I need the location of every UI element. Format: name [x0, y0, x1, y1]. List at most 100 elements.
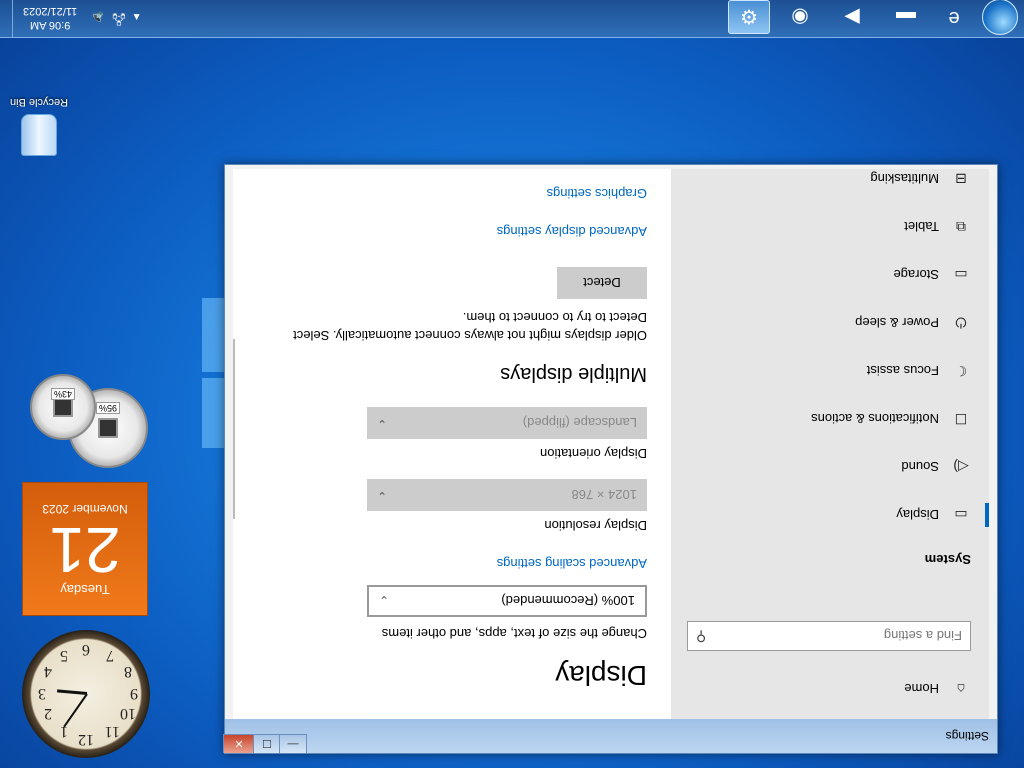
close-button[interactable]: ✕: [223, 734, 255, 753]
home-icon: ⌂: [956, 681, 966, 697]
clock-number-3: 3: [38, 685, 46, 702]
sidebar-item-label: Multitasking: [870, 171, 939, 187]
sidebar-item-display[interactable]: ▭ Display: [671, 491, 989, 539]
clock-number-8: 8: [124, 663, 132, 680]
clock-number-9: 9: [130, 685, 138, 702]
clock-gadget[interactable]: 12 1 2 3 4 5 6 7 8 9 10 11: [22, 630, 150, 758]
clock-minute-hand: [63, 693, 88, 728]
chevron-down-icon: ⌄: [377, 417, 388, 431]
chevron-down-icon: ⌄: [377, 489, 388, 503]
clock-number-2: 2: [44, 705, 52, 722]
clock-number-5: 5: [60, 647, 68, 664]
clock-number-6: 6: [82, 641, 90, 658]
sidebar-item-label: Storage: [893, 267, 939, 283]
memory-chip-icon: [98, 418, 118, 438]
multiple-displays-desc-1: Older displays might not always connect …: [293, 328, 647, 343]
chrome-icon[interactable]: ◉: [780, 2, 820, 34]
volume-icon[interactable]: 🔈: [89, 11, 104, 25]
multitasking-icon: ⊟: [955, 171, 967, 188]
sidebar-item-label: Display: [896, 507, 939, 523]
settings-window: Settings ✕ ☐ — ⌂ Home Find a setting ⚲ S…: [223, 164, 998, 754]
content-scrollbar[interactable]: [233, 339, 235, 519]
clock-number-4: 4: [44, 663, 52, 680]
sidebar-item-focus-assist[interactable]: ☾ Focus assist: [671, 347, 989, 395]
sidebar-item-sound[interactable]: ◁) Sound: [671, 443, 989, 491]
maximize-button[interactable]: ☐: [253, 734, 281, 753]
settings-icon[interactable]: ⚙: [728, 0, 770, 34]
minimize-button[interactable]: —: [279, 734, 307, 753]
windows-logo-wallpaper: [200, 298, 224, 448]
home-label: Home: [904, 681, 939, 697]
network-icon[interactable]: 🖧: [112, 8, 125, 29]
display-settings-content: Display Change the size of text, apps, a…: [233, 169, 671, 719]
multiple-displays-desc-2: Detect to try to connect to them.: [462, 310, 647, 325]
focus-assist-icon: ☾: [954, 363, 968, 380]
display-icon: ▭: [954, 507, 968, 524]
window-title: Settings: [945, 729, 989, 743]
clock-date: 11/21/2023: [23, 5, 78, 17]
find-setting-search[interactable]: Find a setting ⚲: [687, 621, 971, 651]
system-tray: ▴ 🖧 🔈 9:06 AM 11/21/2023: [0, 0, 144, 37]
calendar-month: November 2023: [42, 502, 128, 516]
clock-number-12: 12: [78, 731, 94, 748]
advanced-scaling-link[interactable]: Advanced scaling settings: [497, 556, 647, 571]
home-nav-item[interactable]: ⌂ Home: [904, 681, 971, 697]
nav-group-heading: System: [924, 552, 971, 567]
orientation-label: Display orientation: [540, 446, 647, 461]
desktop: Recycle Bin 12 1 2 3 4 5 6 7 8 9 10 11 T…: [0, 0, 1024, 768]
orientation-value: Landscape (flipped): [522, 415, 637, 431]
scale-description: Change the size of text, apps, and other…: [381, 626, 647, 641]
clock-hour-hand: [56, 689, 88, 695]
detect-button[interactable]: Detect: [557, 267, 647, 299]
power-icon: ⏻: [955, 315, 967, 332]
resolution-label: Display resolution: [544, 518, 647, 533]
calendar-gadget[interactable]: Tuesday 21 November 2023: [22, 482, 148, 616]
clock-time: 9:06 AM: [29, 19, 71, 31]
storage-icon: ▭: [954, 267, 968, 284]
recycle-bin-icon: [21, 114, 57, 156]
tablet-icon: ⧉: [956, 219, 966, 236]
sidebar-item-label: Sound: [901, 459, 939, 475]
show-desktop-button[interactable]: [0, 0, 13, 37]
media-player-icon[interactable]: ▶: [832, 2, 872, 34]
sidebar-item-label: Focus assist: [866, 363, 939, 379]
calendar-day-number: 21: [49, 514, 121, 586]
sidebar-item-label: Tablet: [904, 219, 939, 235]
sidebar-item-multitasking[interactable]: ⊟ Multitasking: [671, 155, 989, 203]
clock-number-7: 7: [106, 647, 114, 664]
search-icon: ⚲: [696, 629, 707, 645]
sidebar-item-notifications-actions[interactable]: ☐ Notifications & actions: [671, 395, 989, 443]
sidebar-item-label: Notifications & actions: [811, 411, 939, 427]
scale-value: 100% (Recommended): [501, 593, 635, 609]
orientation-dropdown[interactable]: Landscape (flipped) ⌄: [367, 407, 647, 439]
file-explorer-icon[interactable]: ▬: [886, 2, 926, 34]
resolution-dropdown[interactable]: 1024 × 768 ⌄: [367, 479, 647, 511]
taskbar-clock[interactable]: 9:06 AM 11/21/2023: [23, 4, 77, 32]
internet-explorer-icon[interactable]: e: [934, 2, 974, 34]
graphics-settings-link[interactable]: Graphics settings: [547, 186, 647, 201]
recycle-bin-label: Recycle Bin: [9, 96, 69, 108]
multiple-displays-heading: Multiple displays: [500, 363, 647, 385]
tray-expand-icon[interactable]: ▴: [134, 11, 140, 25]
taskbar: e ▬ ▶ ◉ ⚙ ▴ 🖧 🔈 9:06 AM 11/21/2023: [0, 0, 1024, 38]
sidebar-item-tablet[interactable]: ⧉ Tablet: [671, 203, 989, 251]
notifications-icon: ☐: [954, 411, 968, 428]
advanced-display-link[interactable]: Advanced display settings: [497, 224, 647, 239]
sidebar-item-label: Power & sleep: [855, 315, 939, 331]
settings-sidebar: ⌂ Home Find a setting ⚲ System ▭ Display ◁…: [671, 169, 989, 719]
sound-icon: ◁): [953, 459, 969, 476]
resolution-value: 1024 × 768: [571, 487, 637, 503]
clock-number-11: 11: [104, 723, 120, 740]
cpu-meter-gadget[interactable]: 43%: [30, 374, 96, 440]
memory-meter-value: 95%: [95, 402, 121, 414]
page-title: Display: [555, 660, 647, 691]
cpu-meter-value: 43%: [50, 388, 76, 400]
scale-dropdown[interactable]: 100% (Recommended) ⌄: [367, 585, 647, 617]
sidebar-item-power-sleep[interactable]: ⏻ Power & sleep: [671, 299, 989, 347]
window-titlebar[interactable]: Settings ✕ ☐ —: [223, 719, 997, 753]
recycle-bin[interactable]: Recycle Bin: [4, 96, 74, 156]
cpu-chip-icon: [53, 397, 73, 417]
search-placeholder: Find a setting: [883, 628, 962, 643]
start-button[interactable]: [982, 0, 1018, 35]
sidebar-item-storage[interactable]: ▭ Storage: [671, 251, 989, 299]
